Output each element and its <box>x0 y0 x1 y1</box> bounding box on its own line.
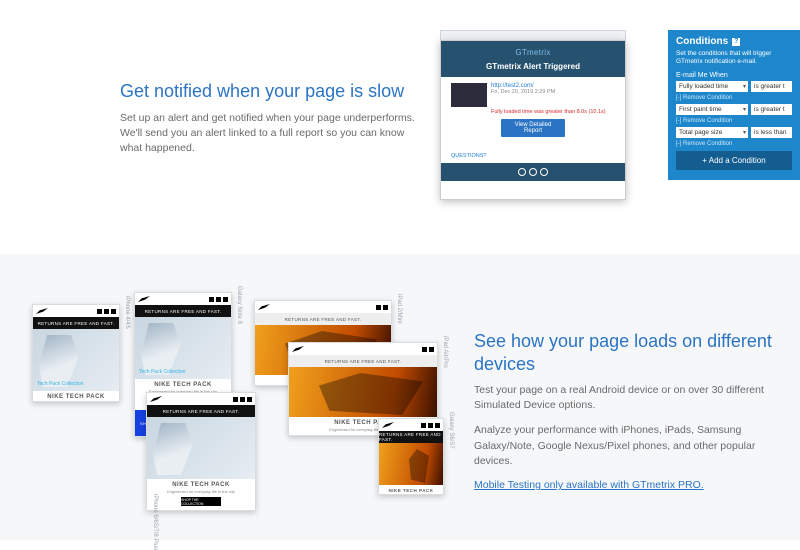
devices-desc-2: Analyze your performance with iPhones, i… <box>474 423 782 469</box>
conditions-note: Set the conditions that will trigger GTm… <box>676 50 792 67</box>
device-caption: NIKE TECH PACK <box>33 391 119 401</box>
add-condition-button[interactable]: + Add a Condition <box>676 151 792 170</box>
device-collage: RETURNS ARE FREE AND FAST. Tech Pack Col… <box>30 280 460 510</box>
device-iphone45: RETURNS ARE FREE AND FAST. Tech Pack Col… <box>32 304 120 402</box>
device-label: iPad Air/Pro <box>442 336 448 368</box>
search-icon <box>97 309 102 314</box>
promo-strip: RETURNS ARE FREE AND FAST. <box>33 317 119 329</box>
condition-row-2: First paint time is greater t <box>676 104 792 115</box>
alert-condition-text: Fully loaded time was greater than 8.0s … <box>451 107 615 115</box>
conditions-title: Conditions? <box>676 36 792 47</box>
remove-condition-link-1[interactable]: [-] Remove Condition <box>676 95 792 101</box>
alert-logo: GTmetrix <box>441 41 625 60</box>
device-iphone678plus: RETURNS ARE FREE AND FAST. NIKE TECH PAC… <box>146 392 256 511</box>
section-alerts: Get notified when your page is slow Set … <box>0 0 800 254</box>
alert-title: GTmetrix Alert Triggered <box>441 60 625 77</box>
twitter-icon[interactable] <box>529 168 537 176</box>
devices-desc-1: Test your page on a real Android device … <box>474 383 782 413</box>
help-icon[interactable]: ? <box>732 38 740 46</box>
condition-metric-select[interactable]: Total page size <box>676 127 748 138</box>
alerts-heading: Get notified when your page is slow <box>120 80 420 103</box>
device-label: Galaxy Note 8 <box>236 286 242 324</box>
conditions-panel: Conditions? Set the conditions that will… <box>668 30 800 180</box>
facebook-icon[interactable] <box>518 168 526 176</box>
device-label: iPad 2/Mini <box>396 294 402 324</box>
condition-row-1: Fully loaded time is greater t <box>676 81 792 92</box>
alert-questions: QUESTIONS? <box>451 153 486 159</box>
alert-thumbnail <box>451 83 487 107</box>
condition-row-3: Total page size is less than <box>676 127 792 138</box>
remove-condition-link-2[interactable]: [-] Remove Condition <box>676 118 792 124</box>
condition-metric-select[interactable]: Fully loaded time <box>676 81 748 92</box>
condition-metric-select[interactable]: First paint time <box>676 104 748 115</box>
nike-logo-icon <box>36 308 48 314</box>
remove-condition-link-3[interactable]: [-] Remove Condition <box>676 141 792 147</box>
device-label: Galaxy S6/S7 <box>448 412 454 449</box>
device-label: iPhone 4/4S <box>124 296 130 329</box>
section-devices: RETURNS ARE FREE AND FAST. Tech Pack Col… <box>0 254 800 540</box>
devices-heading: See how your page loads on different dev… <box>474 330 782 375</box>
device-label: iPhone 6/6S/7/8 Plus <box>152 494 158 550</box>
alert-footer-social <box>441 163 625 181</box>
alert-email-card: GTmetrix GTmetrix Alert Triggered http:/… <box>440 40 626 200</box>
section-alerts-visual: GTmetrix GTmetrix Alert Triggered http:/… <box>440 30 780 230</box>
alert-body: http://test2.com/ Fri, Dec 20, 2019 2:29… <box>441 77 625 163</box>
shop-button[interactable]: SHOP THE COLLECTION <box>181 497 221 506</box>
pro-link[interactable]: Mobile Testing only available with GTmet… <box>474 479 704 491</box>
section-devices-text: See how your page loads on different dev… <box>460 280 790 510</box>
alert-view-report-button[interactable]: View Detailed Report <box>501 119 565 137</box>
nike-logo-icon <box>138 296 150 302</box>
condition-op-select[interactable]: is less than <box>751 127 792 138</box>
section-alerts-text: Get notified when your page is slow Set … <box>120 30 420 230</box>
cart-icon <box>104 309 109 314</box>
google-icon[interactable] <box>540 168 548 176</box>
alerts-desc: Set up an alert and get notified when yo… <box>120 111 420 157</box>
device-galaxy-s67: RETURNS ARE FREE AND FAST. NIKE TECH PAC… <box>378 418 444 495</box>
conditions-email-label: E-mail Me When <box>676 72 792 79</box>
section-devices-visual: RETURNS ARE FREE AND FAST. Tech Pack Col… <box>30 280 460 510</box>
menu-icon <box>111 309 116 314</box>
condition-op-select[interactable]: is greater t <box>751 104 792 115</box>
condition-op-select[interactable]: is greater t <box>751 81 792 92</box>
